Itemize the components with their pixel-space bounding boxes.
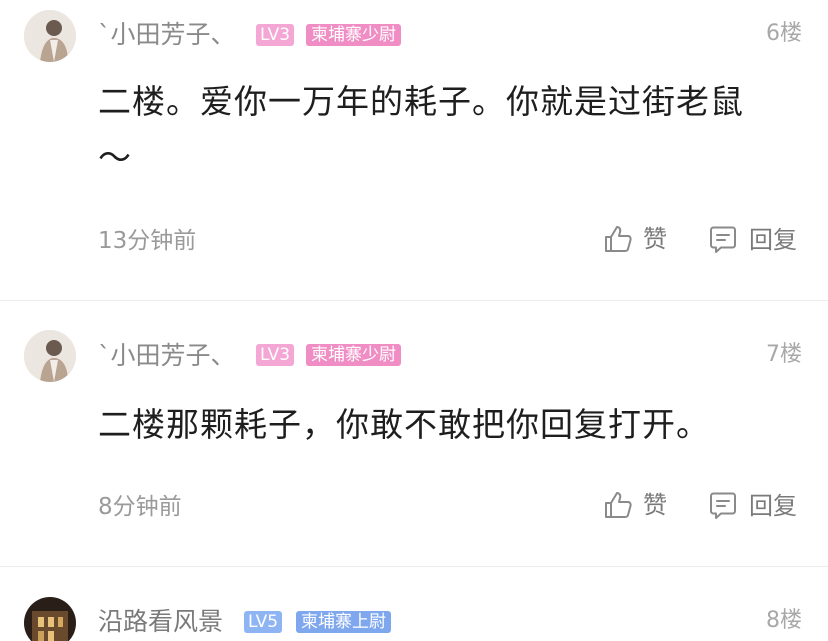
avatar[interactable] xyxy=(24,330,76,382)
floor-number: 6楼 xyxy=(766,21,802,46)
reply-label: 回复 xyxy=(749,226,797,254)
comment-text-line: 二楼。爱你一万年的耗子。你就是过街老鼠 xyxy=(98,82,744,121)
comment-icon xyxy=(710,492,736,519)
timestamp: 8分钟前 xyxy=(98,494,182,520)
thumbs-up-icon xyxy=(605,226,632,252)
avatar-image xyxy=(24,10,76,62)
rank-badge: 柬埔寨少尉 xyxy=(306,24,401,46)
comment-icon xyxy=(710,226,736,253)
avatar[interactable] xyxy=(24,10,76,62)
thumbs-up-icon xyxy=(605,492,632,518)
comment-post: 沿路看风景 LV5 柬埔寨上尉 8楼 xyxy=(0,567,828,641)
username[interactable]: `小田芳子、 xyxy=(98,341,236,371)
rank-badge: 柬埔寨少尉 xyxy=(306,344,401,366)
like-button[interactable]: 赞 xyxy=(603,490,667,520)
level-badge: LV3 xyxy=(256,344,295,366)
username[interactable]: `小田芳子、 xyxy=(98,20,236,50)
comment-text: 二楼那颗耗子，你敢不敢把你回复打开。 xyxy=(98,397,778,453)
comment-post: `小田芳子、 LV3 柬埔寨少尉 7楼 二楼那颗耗子，你敢不敢把你回复打开。 8… xyxy=(0,301,828,566)
floor-number: 8楼 xyxy=(766,608,802,633)
like-label: 赞 xyxy=(643,225,667,253)
reply-button[interactable]: 回复 xyxy=(707,224,797,256)
avatar[interactable] xyxy=(24,597,76,641)
level-badge: LV5 xyxy=(244,611,283,633)
rank-badge: 柬埔寨上尉 xyxy=(296,611,391,633)
reply-label: 回复 xyxy=(749,492,797,520)
like-button[interactable]: 赞 xyxy=(603,224,667,254)
comment-text: 二楼。爱你一万年的耗子。你就是过街老鼠 ～ xyxy=(98,74,778,186)
comment-text-line: 二楼那颗耗子，你敢不敢把你回复打开。 xyxy=(98,405,710,444)
floor-number: 7楼 xyxy=(766,342,802,367)
comment-post: `小田芳子、 LV3 柬埔寨少尉 6楼 二楼。爱你一万年的耗子。你就是过街老鼠 … xyxy=(0,0,828,300)
like-label: 赞 xyxy=(643,491,667,519)
comment-text-line: ～ xyxy=(98,138,132,177)
avatar-image xyxy=(24,330,76,382)
level-badge: LV3 xyxy=(256,24,295,46)
username[interactable]: 沿路看风景 xyxy=(98,607,223,637)
avatar-image xyxy=(24,597,76,641)
timestamp: 13分钟前 xyxy=(98,228,197,254)
reply-button[interactable]: 回复 xyxy=(707,490,797,522)
